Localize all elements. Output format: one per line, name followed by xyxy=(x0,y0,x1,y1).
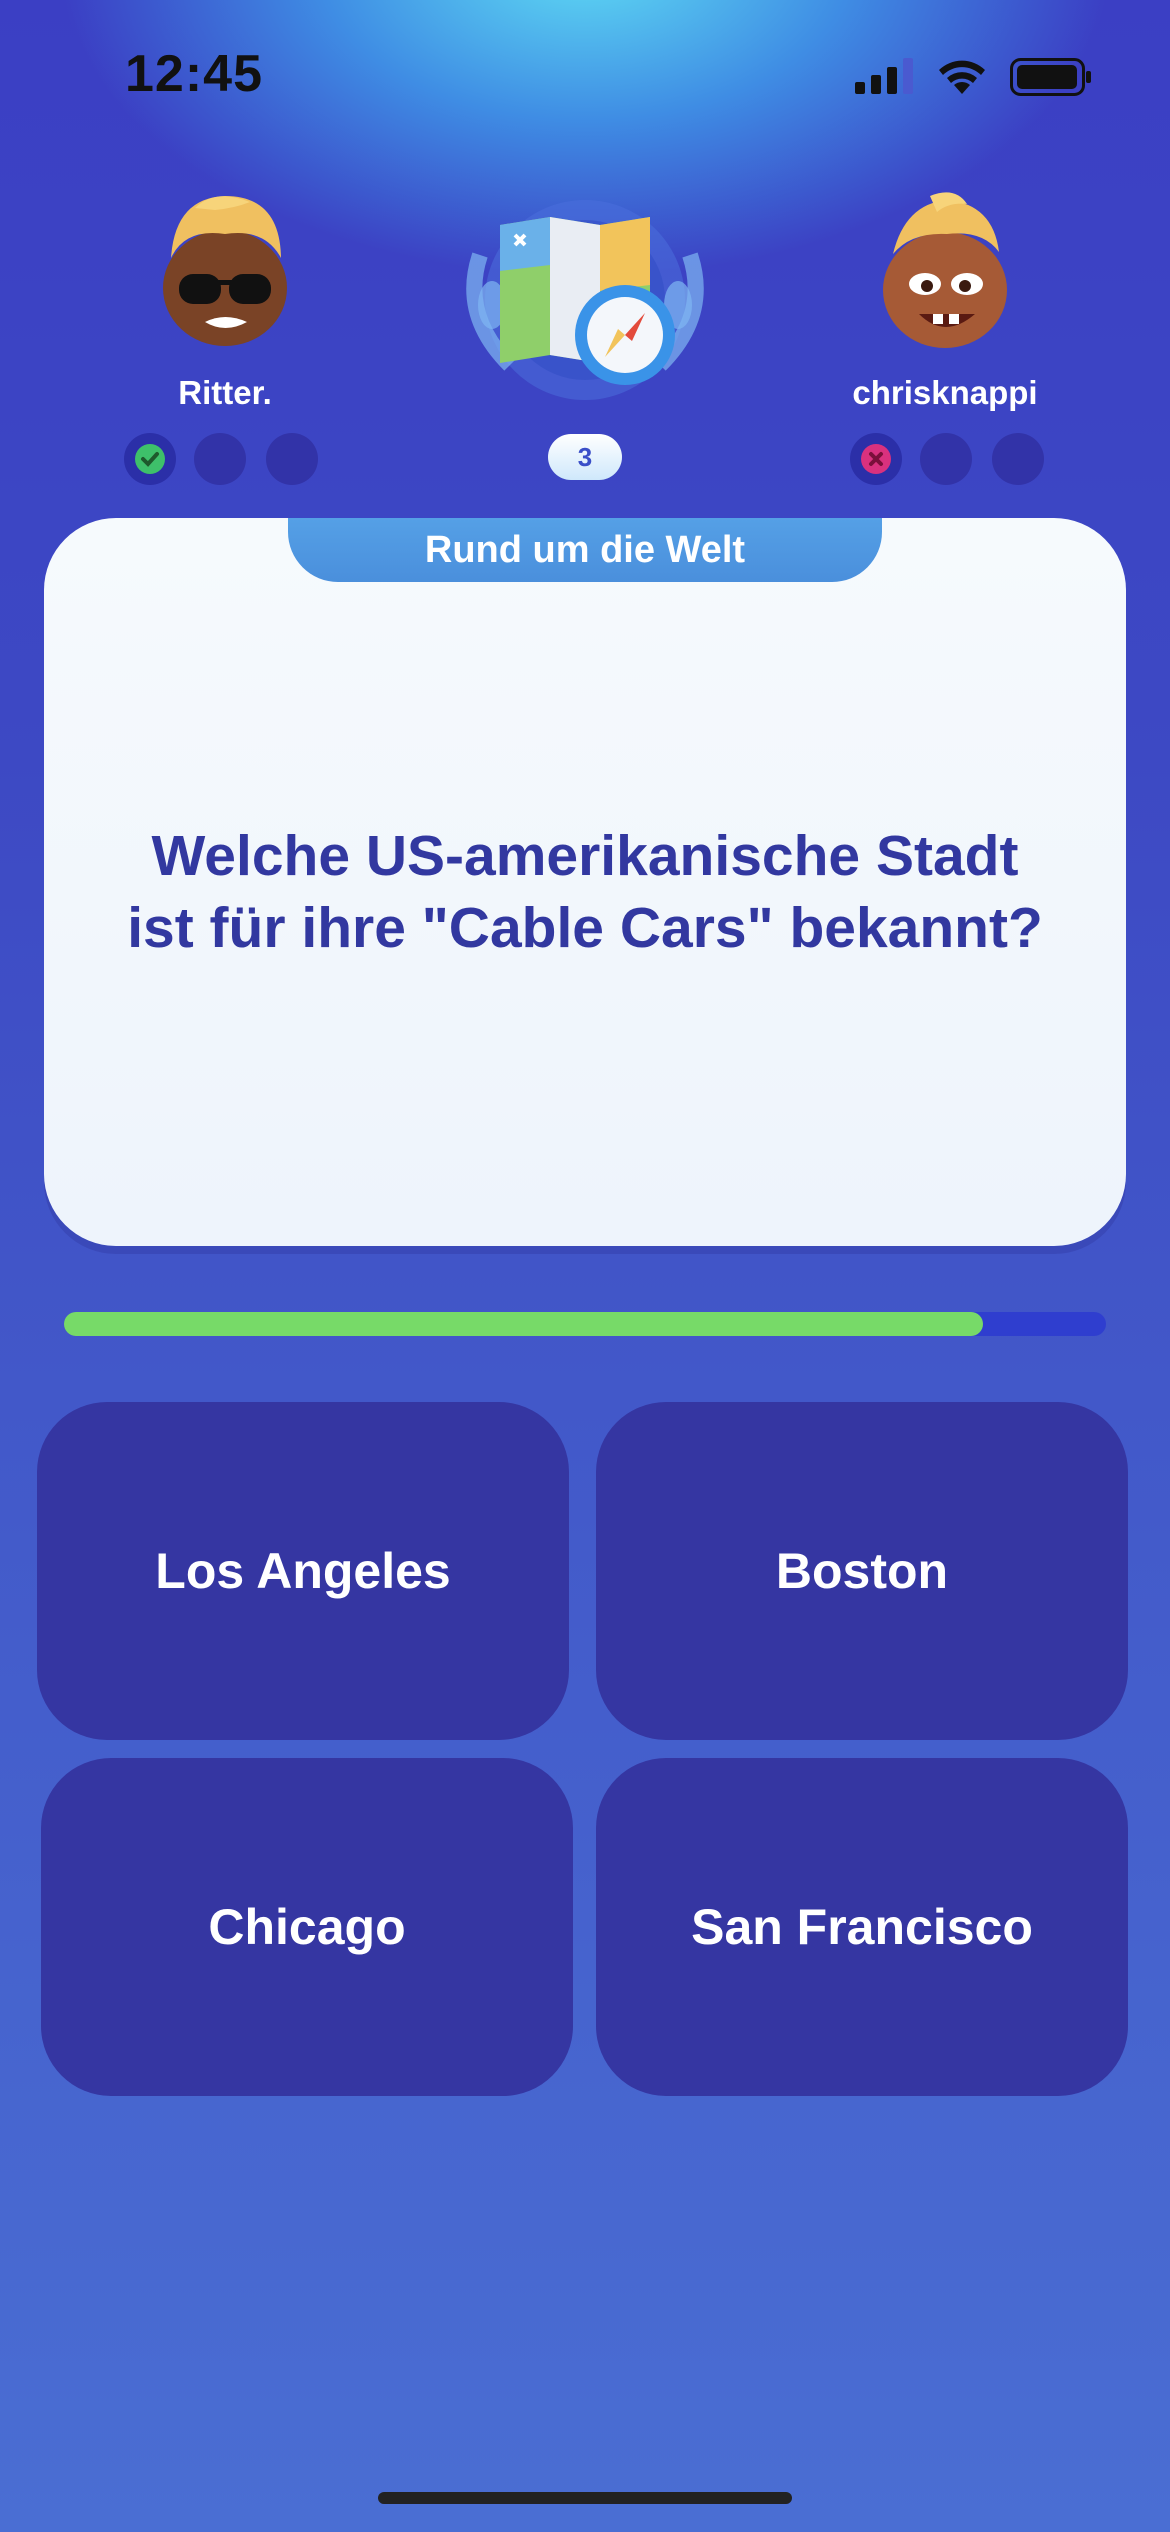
answer-button-2[interactable]: Boston xyxy=(596,1402,1128,1740)
answer-button-1[interactable]: Los Angeles xyxy=(37,1402,569,1740)
round-number-badge: 3 xyxy=(548,434,622,480)
question-text: Welche US-amerikanische Stadt ist für ih… xyxy=(110,820,1060,964)
player-left-name: Ritter. xyxy=(178,374,272,411)
category-label: Rund um die Welt xyxy=(288,518,882,582)
question-line-2: ist für ihre "Cable Cars" bekannt? xyxy=(127,896,1043,960)
answer-button-4[interactable]: San Francisco xyxy=(596,1758,1128,2096)
round-result-3-left xyxy=(266,433,318,485)
status-time: 12:45 xyxy=(125,45,263,103)
battery-icon xyxy=(1010,58,1092,101)
wifi-icon xyxy=(935,54,989,99)
player-right-avatar xyxy=(875,190,1015,350)
round-result-2-right xyxy=(920,433,972,485)
check-icon xyxy=(135,444,165,474)
cross-icon xyxy=(861,444,891,474)
round-result-2-left xyxy=(194,433,246,485)
category-map-icon xyxy=(440,195,730,430)
home-indicator[interactable] xyxy=(378,2492,792,2504)
answer-button-3[interactable]: Chicago xyxy=(41,1758,573,2096)
player-right-name: chrisknappi xyxy=(852,374,1038,411)
round-result-1-left xyxy=(124,433,176,485)
player-left-avatar xyxy=(155,188,295,348)
round-result-3-right xyxy=(992,433,1044,485)
timer-bar-fill xyxy=(64,1312,984,1336)
timer-bar xyxy=(64,1312,1106,1336)
question-line-1: Welche US-amerikanische Stadt xyxy=(151,824,1019,888)
cellular-signal-icon xyxy=(855,58,917,99)
round-result-1-right xyxy=(850,433,902,485)
